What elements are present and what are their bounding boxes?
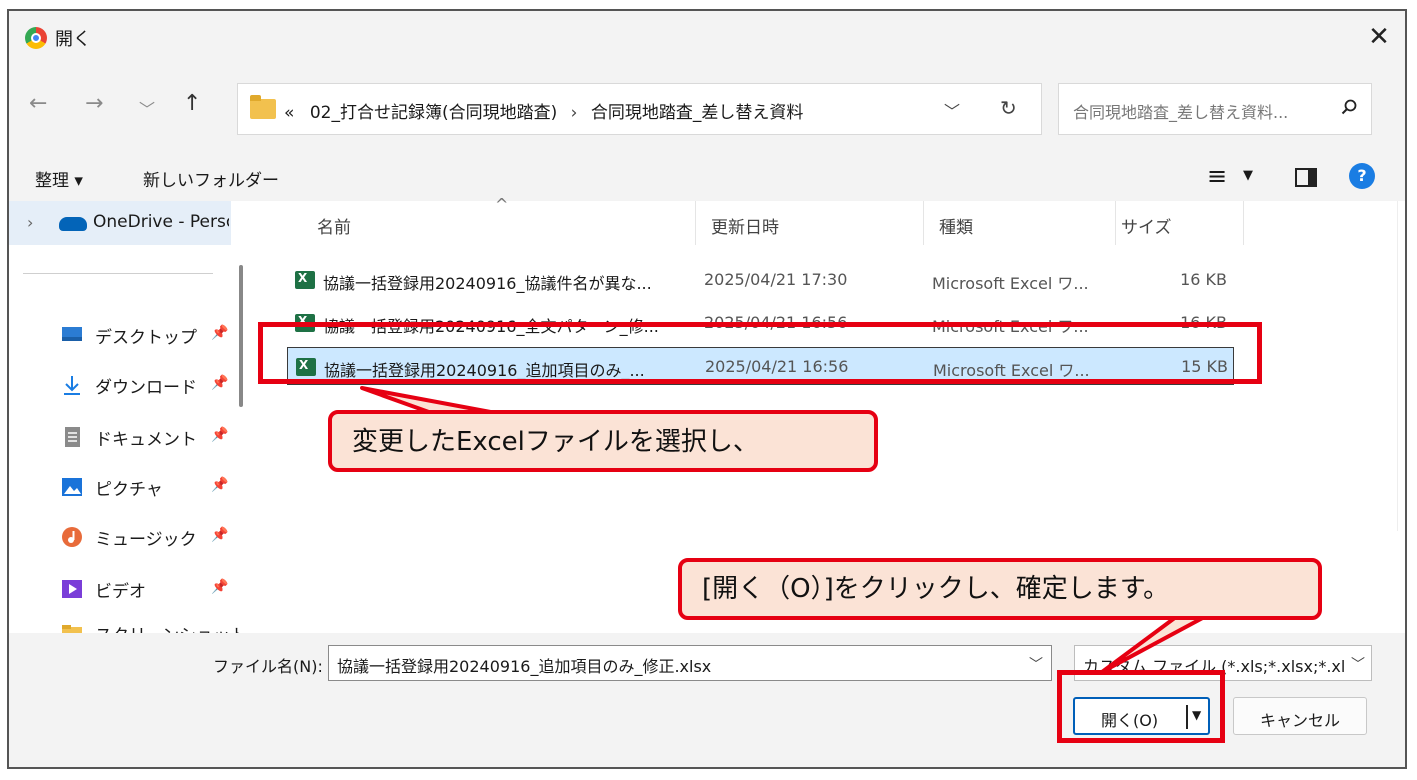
callout-text: [開く（O）]をクリックし、確定します。	[702, 574, 1170, 604]
callout-click-open: [開く（O）]をクリックし、確定します。	[678, 558, 1322, 620]
callout-text: 変更したExcelファイルを選択し、	[352, 427, 759, 457]
callout-tails	[360, 386, 1212, 674]
callout-select-file: 変更したExcelファイルを選択し、	[328, 410, 878, 472]
callout-tail-2	[1100, 612, 1212, 674]
